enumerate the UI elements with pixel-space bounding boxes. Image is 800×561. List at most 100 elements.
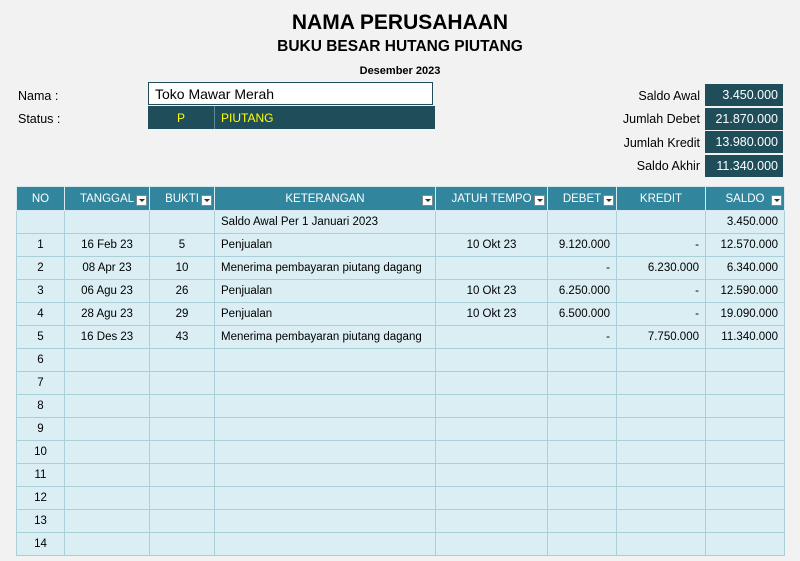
cell-debet[interactable] [547, 463, 617, 487]
cell-jatuh-tempo[interactable]: 10 Okt 23 [435, 279, 548, 303]
cell-bukti[interactable] [149, 210, 215, 234]
cell-keterangan[interactable]: Menerima pembayaran piutang dagang [214, 325, 436, 349]
cell-kredit[interactable] [616, 210, 706, 234]
cell-tanggal[interactable]: 08 Apr 23 [64, 256, 150, 280]
cell-kredit[interactable] [616, 348, 706, 372]
cell-bukti[interactable]: 10 [149, 256, 215, 280]
cell-jatuh-tempo[interactable] [435, 210, 548, 234]
cell-jatuh-tempo[interactable] [435, 348, 548, 372]
cell-no[interactable]: 2 [16, 256, 65, 280]
cell-jatuh-tempo[interactable]: 10 Okt 23 [435, 233, 548, 257]
cell-tanggal[interactable] [64, 348, 150, 372]
cell-no[interactable]: 7 [16, 371, 65, 395]
cell-saldo[interactable] [705, 509, 785, 533]
name-input[interactable]: Toko Mawar Merah [148, 82, 433, 105]
cell-keterangan[interactable] [214, 371, 436, 395]
cell-kredit[interactable] [616, 371, 706, 395]
cell-bukti[interactable] [149, 394, 215, 418]
cell-bukti[interactable] [149, 486, 215, 510]
dropdown-filter-icon[interactable] [771, 195, 782, 206]
cell-tanggal[interactable] [64, 371, 150, 395]
cell-keterangan[interactable] [214, 509, 436, 533]
cell-saldo[interactable] [705, 394, 785, 418]
cell-tanggal[interactable] [64, 509, 150, 533]
cell-debet[interactable] [547, 486, 617, 510]
cell-keterangan[interactable]: Penjualan [214, 233, 436, 257]
cell-keterangan[interactable] [214, 532, 436, 556]
cell-bukti[interactable]: 43 [149, 325, 215, 349]
cell-tanggal[interactable] [64, 440, 150, 464]
cell-debet[interactable] [547, 532, 617, 556]
cell-bukti[interactable] [149, 440, 215, 464]
cell-keterangan[interactable] [214, 417, 436, 441]
cell-debet[interactable] [547, 394, 617, 418]
cell-tanggal[interactable]: 28 Agu 23 [64, 302, 150, 326]
cell-keterangan[interactable]: Menerima pembayaran piutang dagang [214, 256, 436, 280]
cell-kredit[interactable] [616, 509, 706, 533]
cell-tanggal[interactable]: 16 Feb 23 [64, 233, 150, 257]
cell-tanggal[interactable] [64, 417, 150, 441]
cell-no[interactable]: 8 [16, 394, 65, 418]
cell-keterangan[interactable] [214, 440, 436, 464]
cell-tanggal[interactable] [64, 210, 150, 234]
cell-no[interactable]: 3 [16, 279, 65, 303]
cell-debet[interactable]: 9.120.000 [547, 233, 617, 257]
cell-kredit[interactable] [616, 486, 706, 510]
cell-keterangan[interactable] [214, 486, 436, 510]
cell-keterangan[interactable]: Penjualan [214, 302, 436, 326]
cell-bukti[interactable] [149, 371, 215, 395]
cell-bukti[interactable] [149, 509, 215, 533]
cell-saldo[interactable] [705, 417, 785, 441]
cell-jatuh-tempo[interactable] [435, 417, 548, 441]
cell-saldo[interactable]: 12.590.000 [705, 279, 785, 303]
cell-debet[interactable] [547, 348, 617, 372]
cell-no[interactable]: 14 [16, 532, 65, 556]
cell-tanggal[interactable] [64, 532, 150, 556]
jumlah-debet-value[interactable]: 21.870.000 [705, 108, 783, 130]
cell-kredit[interactable]: 6.230.000 [616, 256, 706, 280]
cell-kredit[interactable] [616, 394, 706, 418]
cell-jatuh-tempo[interactable] [435, 394, 548, 418]
cell-saldo[interactable] [705, 348, 785, 372]
cell-no[interactable]: 5 [16, 325, 65, 349]
cell-debet[interactable] [547, 417, 617, 441]
cell-bukti[interactable] [149, 417, 215, 441]
cell-saldo[interactable] [705, 486, 785, 510]
cell-tanggal[interactable] [64, 463, 150, 487]
cell-no[interactable]: 11 [16, 463, 65, 487]
cell-jatuh-tempo[interactable] [435, 463, 548, 487]
cell-debet[interactable]: - [547, 325, 617, 349]
cell-debet[interactable] [547, 509, 617, 533]
cell-bukti[interactable] [149, 532, 215, 556]
cell-kredit[interactable] [616, 532, 706, 556]
cell-tanggal[interactable] [64, 486, 150, 510]
cell-tanggal[interactable]: 16 Des 23 [64, 325, 150, 349]
cell-no[interactable]: 10 [16, 440, 65, 464]
cell-saldo[interactable] [705, 532, 785, 556]
cell-bukti[interactable]: 5 [149, 233, 215, 257]
cell-keterangan[interactable] [214, 463, 436, 487]
cell-keterangan[interactable]: Saldo Awal Per 1 Januari 2023 [214, 210, 436, 234]
cell-jatuh-tempo[interactable] [435, 532, 548, 556]
cell-bukti[interactable]: 29 [149, 302, 215, 326]
cell-jatuh-tempo[interactable] [435, 509, 548, 533]
cell-jatuh-tempo[interactable]: 10 Okt 23 [435, 302, 548, 326]
jumlah-kredit-value[interactable]: 13.980.000 [705, 131, 783, 153]
cell-saldo[interactable]: 6.340.000 [705, 256, 785, 280]
cell-no[interactable]: 1 [16, 233, 65, 257]
cell-bukti[interactable] [149, 348, 215, 372]
cell-no[interactable]: 9 [16, 417, 65, 441]
cell-keterangan[interactable]: Penjualan [214, 279, 436, 303]
cell-bukti[interactable]: 26 [149, 279, 215, 303]
cell-tanggal[interactable]: 06 Agu 23 [64, 279, 150, 303]
cell-no[interactable]: 13 [16, 509, 65, 533]
cell-tanggal[interactable] [64, 394, 150, 418]
cell-keterangan[interactable] [214, 394, 436, 418]
cell-saldo[interactable]: 12.570.000 [705, 233, 785, 257]
cell-kredit[interactable]: - [616, 302, 706, 326]
cell-saldo[interactable] [705, 440, 785, 464]
cell-debet[interactable]: - [547, 256, 617, 280]
cell-no[interactable] [16, 210, 65, 234]
cell-debet[interactable]: 6.500.000 [547, 302, 617, 326]
cell-jatuh-tempo[interactable] [435, 440, 548, 464]
